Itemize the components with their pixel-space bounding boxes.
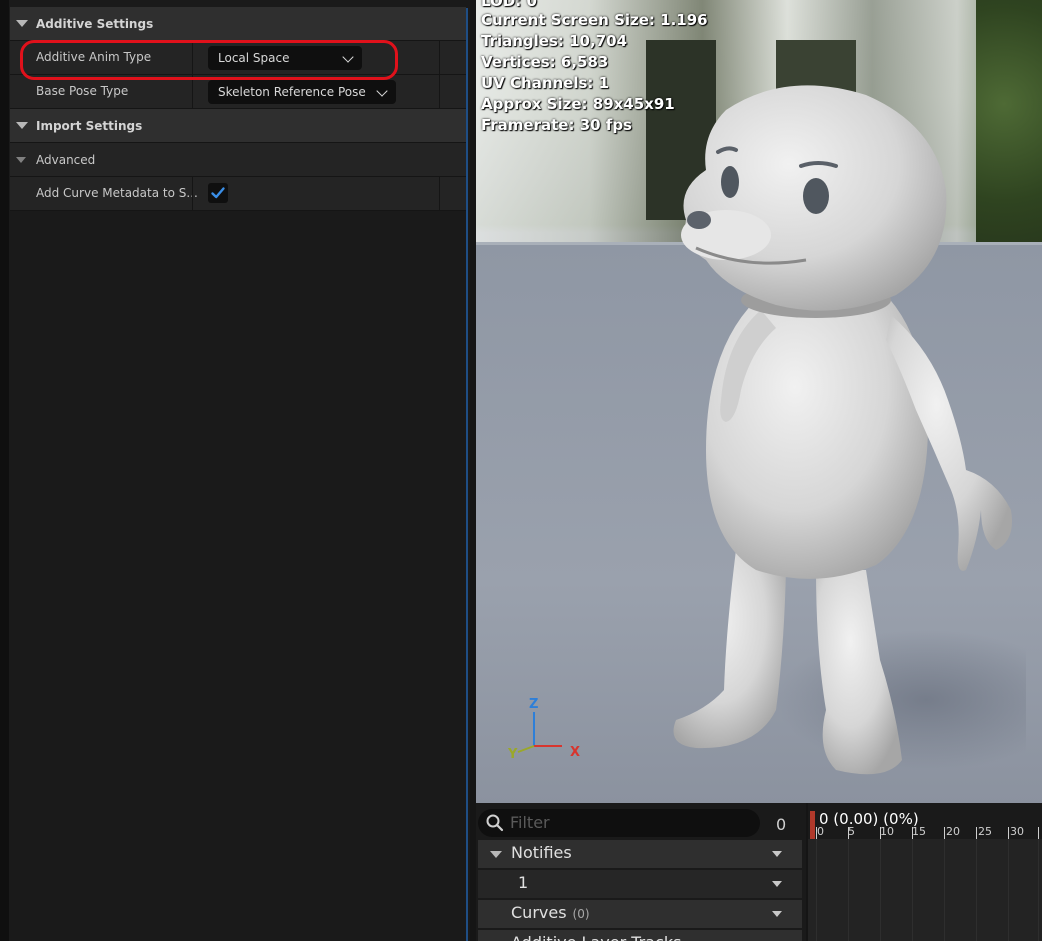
track-label: Additive Layer Tracks — [511, 933, 681, 941]
grid-line — [944, 839, 945, 941]
search-icon — [486, 814, 504, 832]
ruler-tick-label: 15 — [912, 825, 926, 838]
column-divider[interactable] — [192, 75, 193, 108]
subcategory-label: Advanced — [36, 152, 96, 167]
grid-line — [1038, 839, 1039, 941]
expand-arrow-icon[interactable] — [16, 122, 28, 129]
ruler-tick-label: 0 — [817, 825, 824, 838]
grid-line — [880, 839, 881, 941]
column-divider — [439, 41, 440, 74]
subcategory-advanced[interactable]: Advanced — [10, 143, 466, 177]
stat-vertices: Vertices: 6,583 — [481, 53, 609, 71]
dropdown-arrow-icon[interactable] — [772, 851, 782, 857]
track-list-panel: Filter 0 Notifies 1 Curves (0) Additive L… — [476, 803, 806, 941]
filter-placeholder: Filter — [510, 813, 550, 832]
track-curves[interactable]: Curves (0) — [478, 900, 802, 928]
track-notifies[interactable]: Notifies — [478, 840, 802, 868]
panel-focus-edge — [466, 8, 468, 941]
ruler-tick — [976, 827, 977, 839]
frame-readout: 0 (0.00) (0%) — [819, 810, 919, 828]
ruler-tick-label: 20 — [946, 825, 960, 838]
timeline-panel[interactable]: 0 (0.00) (0%) 0 5 10 15 20 25 30 — [808, 803, 1042, 941]
expand-arrow-icon[interactable] — [490, 851, 502, 858]
additive-anim-type-dropdown[interactable]: Local Space — [208, 46, 362, 70]
curves-label: Curves — [511, 903, 567, 922]
column-divider[interactable] — [192, 41, 193, 74]
stat-triangles: Triangles: 10,704 — [481, 32, 628, 50]
ruler-tick — [944, 827, 945, 839]
grid-line — [976, 839, 977, 941]
playhead-marker[interactable] — [810, 811, 815, 839]
axis-gizmo-icon: Z X Y — [507, 697, 580, 760]
ruler-tick-label: 25 — [978, 825, 992, 838]
ruler-tick — [1038, 827, 1039, 839]
stat-approx-size: Approx Size: 89x45x91 — [481, 95, 675, 113]
filter-search-box[interactable]: Filter — [478, 809, 760, 837]
grid-line — [912, 839, 913, 941]
preview-viewport[interactable]: LOD: 0 Current Screen Size: 1.196 Triang… — [476, 0, 1042, 803]
curves-count: (0) — [572, 907, 590, 921]
checkmark-icon — [211, 187, 225, 199]
stat-uv-channels: UV Channels: 1 — [481, 74, 610, 92]
expand-arrow-icon[interactable] — [16, 156, 26, 163]
category-label: Import Settings — [36, 118, 143, 133]
stat-framerate: Framerate: 30 fps — [481, 116, 632, 134]
grid-line — [848, 839, 849, 941]
details-panel: Additive Settings Additive Anim Type Loc… — [0, 0, 470, 941]
dropdown-value: Local Space — [218, 51, 290, 65]
track-label: 1 — [518, 873, 529, 892]
stat-screen-size: Current Screen Size: 1.196 — [481, 11, 708, 29]
expand-arrow-icon[interactable] — [16, 20, 28, 27]
ruler-tick-label: 10 — [880, 825, 894, 838]
axis-x-label: X — [570, 745, 580, 760]
property-add-curve-metadata: Add Curve Metadata to S... — [10, 177, 466, 211]
column-divider[interactable] — [192, 177, 193, 210]
property-additive-anim-type: Additive Anim Type Local Space — [10, 41, 466, 75]
base-pose-type-dropdown[interactable]: Skeleton Reference Pose — [208, 80, 396, 104]
ruler-tick-label: 30 — [1010, 825, 1024, 838]
property-base-pose-type: Base Pose Type Skeleton Reference Pose — [10, 75, 466, 109]
category-additive-settings[interactable]: Additive Settings — [10, 7, 466, 41]
dropdown-value: Skeleton Reference Pose — [218, 85, 366, 99]
character-mesh — [673, 85, 1026, 775]
grid-line — [1008, 839, 1009, 941]
dropdown-arrow-icon[interactable] — [772, 911, 782, 917]
column-divider — [439, 177, 440, 210]
add-curve-metadata-checkbox[interactable] — [208, 183, 228, 203]
chevron-down-icon — [342, 51, 354, 63]
property-label: Additive Anim Type — [36, 50, 152, 64]
ruler-tick — [1008, 827, 1009, 839]
details-rail — [0, 0, 9, 941]
track-count: 0 — [776, 815, 787, 834]
track-label: Curves (0) — [511, 903, 590, 922]
axis-y-label: Y — [507, 747, 518, 760]
track-notify-1[interactable]: 1 — [478, 870, 802, 898]
track-additive-layer[interactable]: Additive Layer Tracks — [478, 930, 802, 941]
category-label: Additive Settings — [36, 16, 154, 31]
property-label: Base Pose Type — [36, 84, 129, 98]
property-label: Add Curve Metadata to S... — [36, 186, 198, 200]
grid-line — [816, 839, 817, 941]
chevron-down-icon — [376, 85, 388, 97]
category-import-settings[interactable]: Import Settings — [10, 109, 466, 143]
stat-lod: LOD: 0 — [481, 0, 537, 10]
axis-z-label: Z — [529, 697, 538, 712]
dropdown-arrow-icon[interactable] — [772, 881, 782, 887]
track-label: Notifies — [511, 843, 572, 862]
ruler-tick-label: 5 — [848, 825, 855, 838]
column-divider — [439, 75, 440, 108]
